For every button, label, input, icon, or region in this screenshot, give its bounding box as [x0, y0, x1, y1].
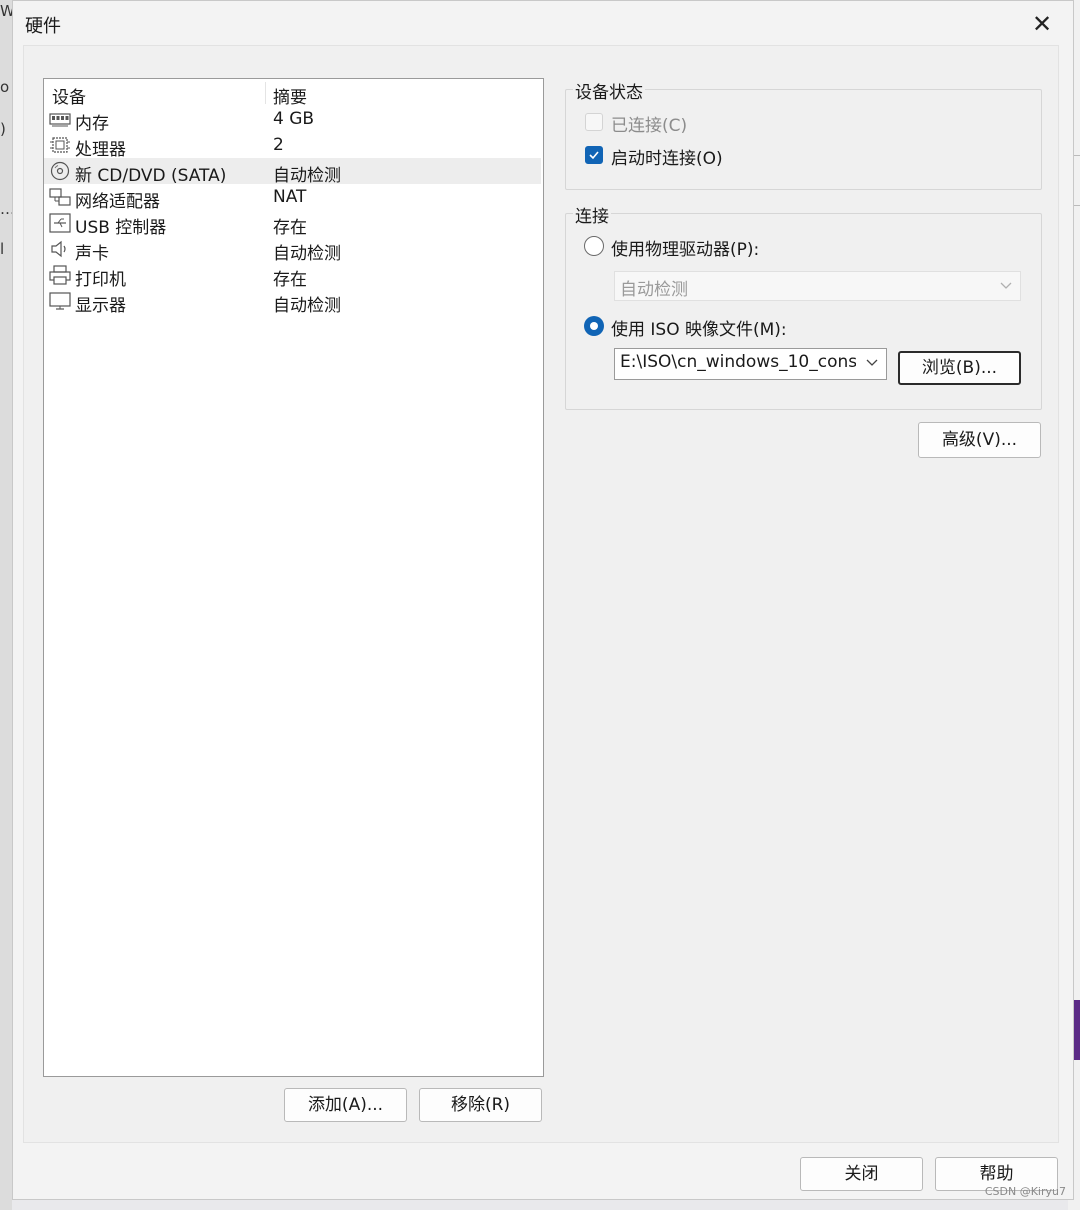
- device-row-cd-dvd[interactable]: 新 CD/DVD (SATA) 自动检测: [44, 158, 541, 186]
- device-status-title: 设备状态: [573, 78, 645, 103]
- dialog-content: 设备 摘要 内存 4 GB 处理器 2 新 CD/DVD (SATA) 自动检测…: [23, 45, 1059, 1143]
- usb-icon: [49, 213, 71, 233]
- connection-title: 连接: [573, 202, 611, 227]
- device-list[interactable]: 设备 摘要 内存 4 GB 处理器 2 新 CD/DVD (SATA) 自动检测…: [43, 78, 544, 1077]
- connect-at-power-on-label: 启动时连接(O): [611, 149, 723, 169]
- add-device-button[interactable]: 添加(A)...: [284, 1088, 407, 1122]
- connect-at-power-on-checkbox[interactable]: [585, 146, 603, 164]
- device-name: 声卡: [75, 244, 109, 264]
- iso-path-value[interactable]: E:\ISO\cn_windows_10_consu: [620, 352, 856, 372]
- watermark-text: CSDN @Kiryu7: [984, 1185, 1066, 1198]
- chevron-down-icon: [866, 359, 878, 366]
- device-name: 网络适配器: [75, 192, 160, 212]
- column-header-device[interactable]: 设备: [52, 83, 86, 108]
- device-summary: 存在: [273, 270, 307, 290]
- column-separator[interactable]: [265, 82, 266, 104]
- physical-drive-label: 使用物理驱动器(P):: [611, 240, 760, 260]
- iso-image-label: 使用 ISO 映像文件(M):: [611, 320, 787, 340]
- device-row-processor[interactable]: 处理器 2: [44, 132, 541, 160]
- background-window-left: [0, 0, 12, 1210]
- device-name: 处理器: [75, 140, 126, 160]
- close-icon[interactable]: ✕: [1025, 7, 1059, 41]
- physical-drive-dropdown-value: 自动检测: [620, 280, 688, 300]
- device-status-group: [565, 89, 1042, 190]
- printer-icon: [49, 265, 71, 285]
- device-name: 内存: [75, 114, 109, 134]
- hardware-dialog: 硬件 ✕ 设备 摘要 内存 4 GB 处理器 2 新 CD/DVD (SATA)…: [12, 0, 1074, 1200]
- memory-icon: [49, 113, 71, 127]
- title-bar: 硬件 ✕: [13, 1, 1073, 45]
- checkmark-icon: [589, 151, 599, 160]
- sound-card-icon: [51, 240, 66, 258]
- background-text-fragment: l: [0, 240, 5, 258]
- device-summary: 存在: [273, 218, 307, 238]
- network-adapter-icon: [49, 188, 71, 206]
- device-name: 打印机: [75, 270, 126, 290]
- device-summary: 自动检测: [273, 244, 341, 264]
- connected-label: 已连接(C): [611, 116, 688, 136]
- device-row-memory[interactable]: 内存 4 GB: [44, 106, 541, 134]
- device-summary: NAT: [273, 187, 307, 207]
- advanced-button[interactable]: 高级(V)...: [918, 422, 1041, 458]
- device-name: USB 控制器: [75, 218, 167, 238]
- dialog-title: 硬件: [25, 16, 61, 37]
- device-summary: 自动检测: [273, 296, 341, 316]
- device-name: 显示器: [75, 296, 126, 316]
- physical-drive-radio[interactable]: [584, 236, 604, 256]
- device-summary: 4 GB: [273, 109, 315, 129]
- device-row-display[interactable]: 显示器 自动检测: [44, 288, 541, 316]
- display-icon: [49, 292, 71, 310]
- processor-icon: [50, 137, 70, 153]
- physical-drive-dropdown[interactable]: 自动检测: [614, 271, 1021, 301]
- iso-image-radio[interactable]: [584, 316, 604, 336]
- chevron-down-icon: [1000, 282, 1012, 289]
- device-summary: 自动检测: [273, 166, 341, 186]
- device-summary: 2: [273, 135, 284, 155]
- device-row-network-adapter[interactable]: 网络适配器 NAT: [44, 184, 541, 212]
- connected-checkbox[interactable]: [585, 113, 603, 131]
- background-text-fragment: o: [0, 78, 10, 96]
- device-row-usb-controller[interactable]: USB 控制器 存在: [44, 210, 541, 238]
- close-button[interactable]: 关闭: [800, 1157, 923, 1191]
- device-row-sound-card[interactable]: 声卡 自动检测: [44, 236, 541, 264]
- background-text-fragment: ): [0, 120, 6, 138]
- remove-device-button[interactable]: 移除(R): [419, 1088, 542, 1122]
- cd-dvd-icon: [50, 161, 70, 181]
- column-header-summary[interactable]: 摘要: [273, 83, 307, 108]
- device-name: 新 CD/DVD (SATA): [75, 166, 227, 186]
- browse-button[interactable]: 浏览(B)...: [898, 351, 1021, 385]
- device-list-header: 设备 摘要: [44, 79, 543, 108]
- iso-path-combobox[interactable]: E:\ISO\cn_windows_10_consu: [614, 348, 887, 380]
- device-row-printer[interactable]: 打印机 存在: [44, 262, 541, 290]
